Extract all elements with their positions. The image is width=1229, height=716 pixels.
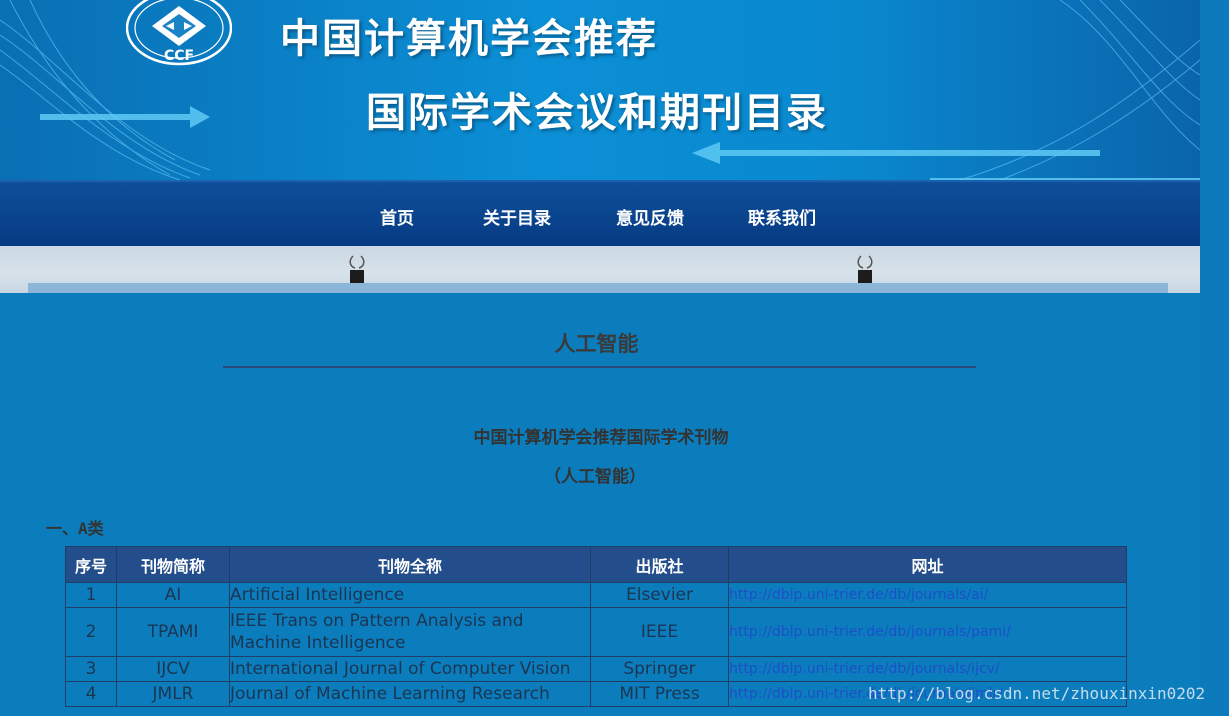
nav-item-feedback[interactable]: 意见反馈 [616,204,684,229]
section-divider [223,366,976,368]
page-subtitle-paren: （人工智能） [544,467,646,487]
cell-no: 2 [65,607,117,657]
table-row: 2 TPAMI IEEE Trans on Pattern Analysis a… [65,607,1127,657]
decorative-strip [0,246,1200,293]
cell-full-name: Journal of Machine Learning Research [229,681,591,707]
cell-full-name: Artificial Intelligence [229,582,591,608]
right-edge-bar [1200,0,1229,716]
watermark-text: http://blog.csdn.net/zhouxinxin0202 [868,684,1206,703]
table-header-row: 序号 刊物简称 刊物全称 出版社 网址 [65,546,1127,583]
banner-title-line1: 中国计算机学会推荐 [280,16,658,62]
cell-abbr: AI [116,582,230,608]
cell-no: 4 [65,681,117,707]
cell-full-name: International Journal of Computer Vision [229,656,591,682]
col-header-publisher: 出版社 [590,546,729,583]
table-row: 3 IJCV International Journal of Computer… [65,656,1127,682]
cell-publisher: IEEE [590,607,729,657]
col-header-abbr: 刊物简称 [116,546,230,583]
nav-item-home[interactable]: 首页 [380,204,414,229]
ccf-logo[interactable]: CCF [125,0,233,66]
journal-table: 序号 刊物简称 刊物全称 出版社 网址 1 AI Artificial Inte… [65,546,1127,707]
cell-no: 3 [65,656,117,682]
cell-abbr: TPAMI [116,607,230,657]
svg-text:CCF: CCF [164,48,194,64]
strip-bar [28,283,1168,293]
cell-publisher: Elsevier [590,582,729,608]
cell-no: 1 [65,582,117,608]
col-header-url: 网址 [728,546,1127,583]
cell-url-link[interactable]: http://dblp.uni-trier.de/db/journals/ai/ [728,582,1127,608]
category-heading: 一、A类 [46,519,104,538]
col-header-full-name: 刊物全称 [229,546,591,583]
cell-publisher: Springer [590,656,729,682]
cell-abbr: JMLR [116,681,230,707]
col-header-no: 序号 [65,546,117,583]
cell-url-link[interactable]: http://dblp.uni-trier.de/db/journals/pam… [728,607,1127,657]
cell-publisher: MIT Press [590,681,729,707]
nav-item-about[interactable]: 关于目录 [483,204,551,229]
cell-abbr: IJCV [116,656,230,682]
banner-title-line2: 国际学术会议和期刊目录 [366,90,828,136]
cell-url-link[interactable]: http://dblp.uni-trier.de/db/journals/ijc… [728,656,1127,682]
header-banner: CCF 中国计算机学会推荐 国际学术会议和期刊目录 [0,0,1200,180]
cell-full-name: IEEE Trans on Pattern Analysis and Machi… [229,607,591,657]
section-title: 人工智能 [554,332,639,356]
table-row: 1 AI Artificial Intelligence Elsevier ht… [65,582,1127,608]
page-subtitle: 中国计算机学会推荐国际学术刊物 [473,428,729,448]
nav-item-contact[interactable]: 联系我们 [748,204,816,229]
main-nav: 首页 关于目录 意见反馈 联系我们 [0,180,1200,248]
